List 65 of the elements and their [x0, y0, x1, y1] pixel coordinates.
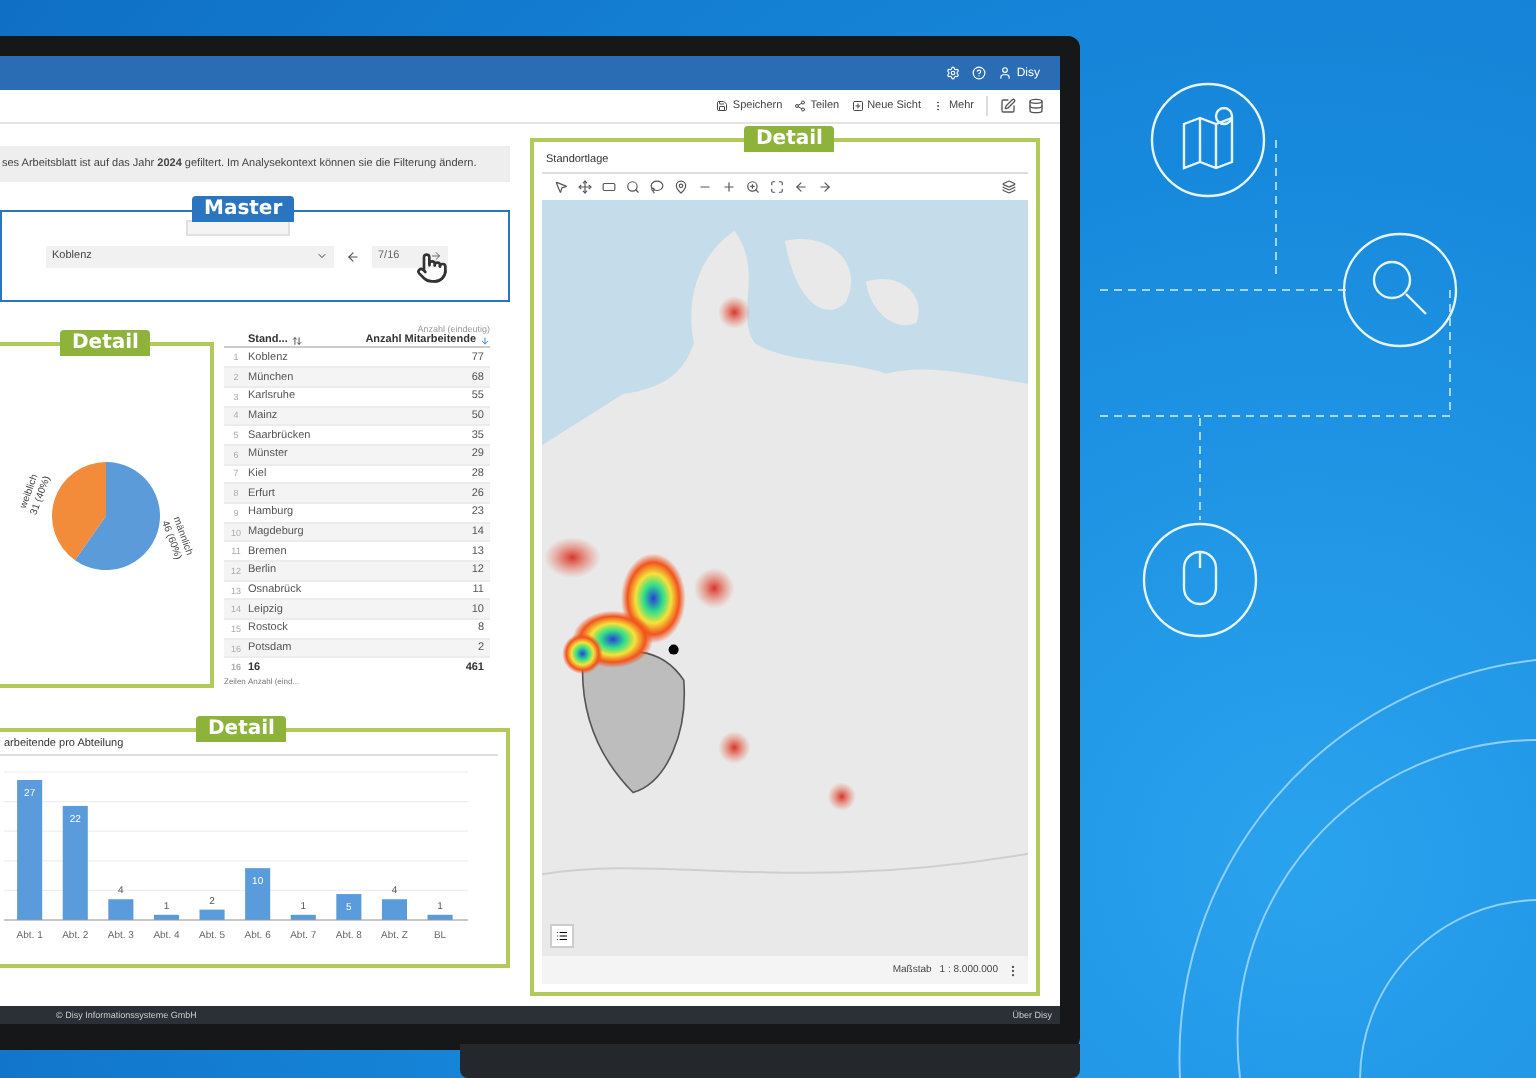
master-badge: Master	[192, 196, 295, 222]
action-icon	[716, 100, 729, 112]
move-icon	[578, 180, 592, 194]
legend-button[interactable]	[550, 924, 574, 948]
bar	[427, 914, 453, 920]
arrow-right-icon	[818, 180, 832, 194]
pin-icon	[674, 180, 688, 194]
help-icon	[972, 66, 987, 80]
detail-badge: Detail	[60, 330, 151, 356]
bar	[108, 899, 134, 920]
pointer-icon	[554, 180, 568, 194]
database-icon	[1028, 98, 1044, 114]
layers-icon	[1002, 180, 1016, 194]
caret-icon	[316, 250, 328, 262]
plus-button[interactable]	[722, 180, 736, 194]
search-icon	[626, 180, 640, 194]
bar	[199, 909, 225, 920]
zoom-in-button[interactable]	[746, 180, 760, 194]
bar	[62, 805, 88, 920]
edit-icon	[1000, 98, 1016, 114]
bar	[336, 894, 362, 920]
hand-cursor-icon	[416, 252, 448, 284]
bar	[17, 780, 43, 920]
arrow-left-button[interactable]	[794, 180, 808, 194]
plus-icon	[722, 180, 736, 194]
lasso-icon	[650, 180, 664, 194]
mouse-icon	[1142, 522, 1258, 638]
rectangle-icon	[602, 180, 616, 194]
arrow-left-icon	[346, 249, 360, 263]
action-icon	[851, 100, 864, 112]
list-icon	[556, 930, 568, 942]
sort-icon	[291, 335, 302, 346]
arrow-left-icon	[794, 180, 808, 194]
bar	[381, 899, 407, 920]
settings-button[interactable]	[946, 66, 961, 80]
fullscreen-button[interactable]	[770, 180, 784, 194]
pin-button[interactable]	[674, 180, 688, 194]
sort-down-icon	[480, 335, 490, 346]
zoom-in-icon	[746, 180, 760, 194]
previous-button[interactable]	[346, 249, 360, 263]
detail-badge: Detail	[196, 716, 287, 742]
more-icon	[1006, 963, 1020, 977]
move-button[interactable]	[578, 180, 592, 194]
database-button[interactable]	[1028, 98, 1044, 114]
bar	[153, 914, 179, 920]
more-button[interactable]	[1006, 963, 1020, 977]
action-icon	[794, 100, 807, 112]
layers-button[interactable]	[1002, 180, 1016, 194]
lasso-button[interactable]	[650, 180, 664, 194]
settings-icon	[946, 66, 961, 80]
minus-icon	[698, 180, 712, 194]
bar	[290, 914, 316, 920]
fullscreen-icon	[770, 180, 784, 194]
arrow-right-icon	[430, 250, 442, 262]
rectangle-button[interactable]	[602, 180, 616, 194]
edit-button[interactable]	[1000, 98, 1016, 114]
search-icon	[1342, 232, 1458, 348]
help-button[interactable]	[972, 66, 987, 80]
search-button[interactable]	[626, 180, 640, 194]
map-icon	[1150, 82, 1266, 198]
pointer-button[interactable]	[554, 180, 568, 194]
detail-badge: Detail	[744, 126, 835, 152]
user-icon	[998, 66, 1013, 80]
bar	[245, 868, 271, 920]
arrow-right-button[interactable]	[818, 180, 832, 194]
